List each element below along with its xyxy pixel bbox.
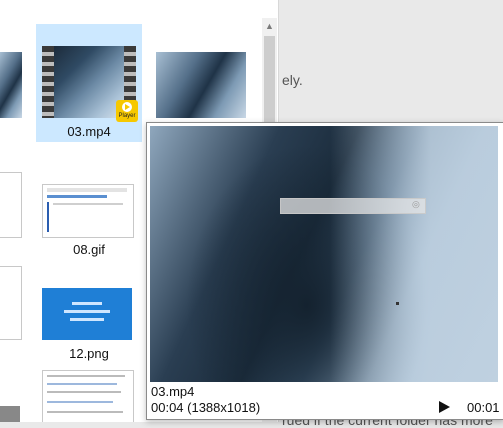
- preview-search-bar: [280, 198, 426, 214]
- file-name-label[interactable]: 08.gif: [36, 242, 142, 257]
- scrollbar-thumb[interactable]: [264, 36, 275, 128]
- media-preview-popup: ◎ 03.mp4 00:04 (1388x1018) 00:01: [146, 122, 503, 420]
- document-thumbnail[interactable]: [42, 370, 134, 422]
- badge-label: Player: [118, 113, 136, 119]
- document-thumbnail-partial[interactable]: [0, 172, 22, 238]
- file-thumbnail-partial[interactable]: [0, 52, 22, 118]
- png-thumbnail[interactable]: [42, 288, 132, 340]
- thumbnail-partial[interactable]: [0, 406, 20, 422]
- preview-position-and-size: 00:04 (1388x1018): [151, 400, 261, 415]
- video-preview-frame[interactable]: ◎: [150, 126, 498, 382]
- play-icon[interactable]: [437, 400, 451, 414]
- scroll-up-icon[interactable]: ▲: [262, 18, 277, 34]
- video-frame: [54, 46, 124, 118]
- camera-icon: ◎: [412, 199, 420, 209]
- mouse-cursor: [396, 302, 399, 305]
- background-text: ely.: [282, 72, 303, 88]
- player-badge: Player: [116, 100, 138, 122]
- image-thumbnail[interactable]: [156, 52, 246, 118]
- play-icon: [122, 102, 132, 112]
- gif-thumbnail[interactable]: [42, 184, 134, 238]
- preview-fog-overlay: [330, 126, 498, 382]
- preview-file-name: 03.mp4: [151, 384, 195, 399]
- preview-duration: 00:01: [467, 400, 500, 415]
- film-strip-left: [42, 46, 54, 118]
- document-thumbnail-partial[interactable]: [0, 266, 22, 340]
- file-name-label[interactable]: 03.mp4: [36, 124, 142, 139]
- file-name-label[interactable]: 12.png: [36, 346, 142, 361]
